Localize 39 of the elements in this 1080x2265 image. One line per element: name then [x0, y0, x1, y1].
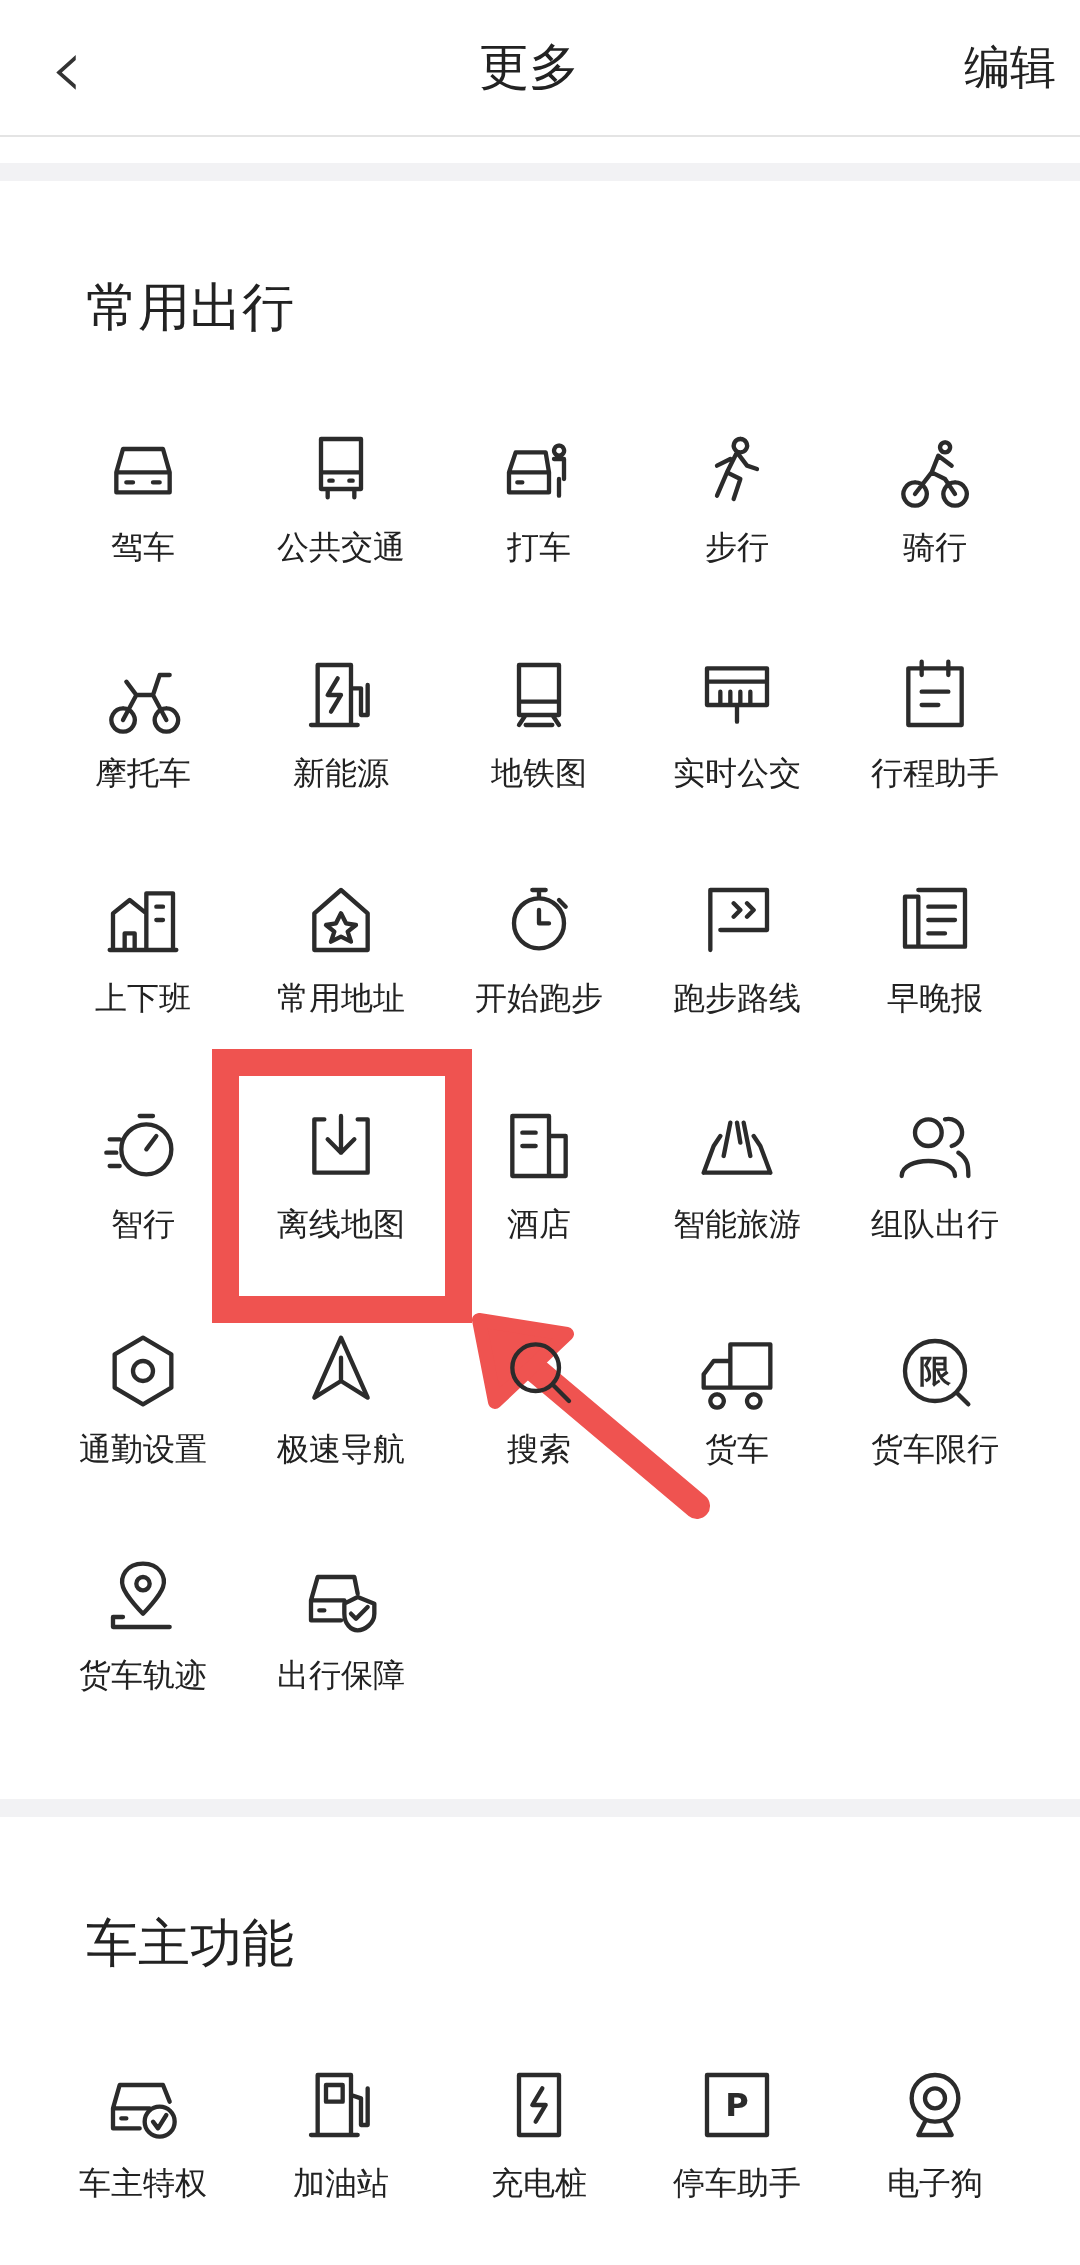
- shortcut-label[interactable]: 驾车: [111, 527, 175, 569]
- shortcut-label[interactable]: 公共交通: [277, 527, 405, 569]
- shortcut-label[interactable]: 实时公交: [673, 752, 801, 795]
- back-button[interactable]: ‹: [40, 25, 94, 110]
- shortcut-label[interactable]: 货车限行: [871, 1429, 999, 1471]
- shortcut-label[interactable]: 货车: [705, 1429, 769, 1471]
- shortcut-label[interactable]: 常用地址: [277, 978, 405, 1020]
- shortcut-label[interactable]: 跑步路线: [673, 978, 801, 1020]
- shortcut-label[interactable]: 开始跑步: [475, 978, 603, 1020]
- shortcut-label[interactable]: 通勤设置: [79, 1429, 207, 1471]
- shortcut-label[interactable]: 出行保障: [277, 1654, 405, 1697]
- shortcut-label[interactable]: 充电桩: [491, 2162, 587, 2205]
- shortcut-label[interactable]: 停车助手: [673, 2162, 801, 2205]
- section-title: 车主功能: [86, 1916, 295, 1969]
- shortcut-label[interactable]: 加油站: [293, 2162, 389, 2205]
- shortcut-label[interactable]: 地铁图: [491, 752, 587, 795]
- shortcut-label[interactable]: 离线地图: [277, 1203, 405, 1246]
- shortcut-label[interactable]: 电子狗: [887, 2162, 983, 2205]
- shortcut-label[interactable]: 行程助手: [871, 752, 999, 795]
- shortcut-label[interactable]: 步行: [705, 527, 769, 569]
- shortcut-label[interactable]: 车主特权: [79, 2162, 207, 2205]
- shortcut-label[interactable]: 打车: [507, 527, 571, 569]
- shortcut-label[interactable]: 货车轨迹: [79, 1654, 207, 1697]
- page-title: 更多: [478, 37, 579, 98]
- shortcut-label[interactable]: 上下班: [95, 978, 191, 1020]
- shortcut-label[interactable]: 极速导航: [277, 1429, 405, 1471]
- icon-letter: P: [725, 2088, 749, 2121]
- section-title: 常用出行: [86, 281, 295, 333]
- shortcut-label[interactable]: 智行: [111, 1203, 175, 1246]
- shortcut-label[interactable]: 早晚报: [887, 978, 983, 1020]
- edit-button[interactable]: 编辑: [964, 36, 1056, 99]
- shortcut-label[interactable]: 智能旅游: [673, 1203, 801, 1246]
- shortcut-label[interactable]: 新能源: [293, 752, 389, 795]
- shortcut-label[interactable]: 组队出行: [871, 1203, 999, 1246]
- shortcut-label[interactable]: 搜索: [507, 1429, 571, 1471]
- shortcut-label[interactable]: 骑行: [903, 527, 967, 569]
- shortcut-label[interactable]: 摩托车: [95, 752, 191, 795]
- icon-letter: 限: [919, 1355, 951, 1388]
- shortcut-label[interactable]: 酒店: [507, 1203, 571, 1246]
